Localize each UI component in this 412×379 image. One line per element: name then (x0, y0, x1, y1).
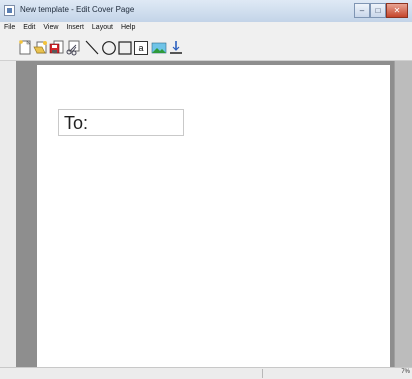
to-text-label: To: (64, 113, 89, 133)
new-page-icon[interactable] (17, 39, 33, 56)
text-tool-glyph: a (138, 42, 144, 53)
maximize-button[interactable]: □ (370, 3, 386, 18)
minimize-button[interactable]: – (354, 3, 370, 18)
anchor-tool-icon[interactable] (168, 39, 184, 56)
title-bar: New template - Edit Cover Page – □ ✕ (0, 0, 412, 23)
line-tool-icon[interactable] (84, 39, 100, 56)
toolbar: a (0, 36, 412, 61)
to-text-box[interactable]: To: (58, 109, 184, 136)
window-title: New template - Edit Cover Page (20, 5, 135, 14)
menu-edit[interactable]: Edit (19, 22, 39, 36)
rectangle-tool-icon[interactable] (117, 39, 133, 56)
window-controls: – □ ✕ (354, 3, 408, 18)
canvas-area (16, 61, 394, 367)
save-icon[interactable] (49, 39, 65, 56)
open-icon[interactable] (33, 39, 49, 56)
menu-help[interactable]: Help (117, 22, 139, 36)
vertical-scrollbar[interactable] (394, 61, 412, 367)
left-strip (0, 61, 16, 367)
image-tool-icon[interactable] (151, 39, 167, 56)
status-bar: 7% (0, 367, 412, 379)
status-pane (262, 369, 393, 378)
close-button[interactable]: ✕ (386, 3, 408, 18)
zoom-status: 7% (401, 369, 410, 375)
ellipse-tool-icon[interactable] (101, 39, 117, 56)
menu-insert[interactable]: Insert (62, 22, 88, 36)
menu-view[interactable]: View (39, 22, 62, 36)
cover-page-editor-window: New template - Edit Cover Page – □ ✕ Fil… (0, 0, 412, 379)
menu-file[interactable]: File (0, 22, 19, 36)
menu-bar: File Edit View Insert Layout Help (0, 22, 412, 36)
menu-layout[interactable]: Layout (88, 22, 117, 36)
cut-icon[interactable] (65, 39, 81, 56)
text-tool-icon[interactable]: a (134, 41, 148, 55)
app-icon[interactable] (4, 5, 15, 16)
